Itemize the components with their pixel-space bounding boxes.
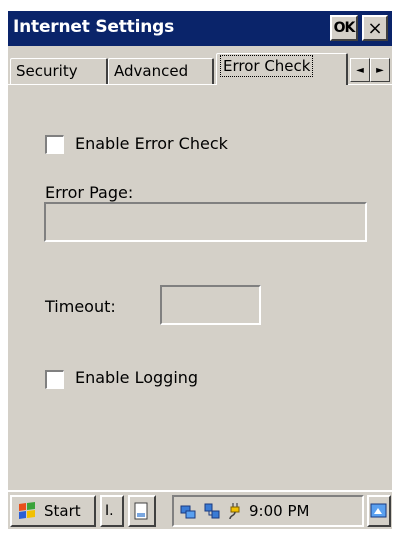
tab-scroll-left-button[interactable]: ◄: [350, 58, 370, 82]
taskbar: Start I. 9:00 PM: [8, 490, 392, 529]
error-page-field[interactable]: [44, 202, 367, 242]
tab-error-check-label: Error Check: [219, 55, 314, 77]
timeout-label: Timeout:: [45, 297, 116, 316]
enable-logging-checkbox[interactable]: [45, 370, 64, 389]
start-button[interactable]: Start: [10, 495, 96, 527]
start-label: Start: [44, 502, 81, 520]
enable-error-check-label[interactable]: Enable Error Check: [75, 134, 228, 153]
tab-security-label: Security: [16, 62, 78, 80]
title-bar: Internet Settings OK ×: [8, 11, 392, 46]
clock[interactable]: 9:00 PM: [249, 502, 309, 520]
enable-logging-label[interactable]: Enable Logging: [75, 368, 198, 387]
tab-advanced[interactable]: Advanced: [108, 58, 214, 84]
arrow-left-icon: ◄: [356, 64, 364, 76]
error-page-label: Error Page:: [45, 183, 134, 202]
arrow-right-icon: ►: [376, 64, 384, 76]
show-desktop-icon: [370, 503, 387, 518]
tab-scroll-right-button[interactable]: ►: [370, 58, 390, 82]
app-window-icon: [134, 502, 148, 520]
window-title: Internet Settings: [13, 17, 174, 37]
tab-strip: Security Advanced Error Check ◄ ►: [8, 46, 392, 85]
windows-flag-icon: [19, 502, 35, 519]
taskbar-item-internet[interactable]: I.: [100, 495, 124, 527]
tab-security[interactable]: Security: [10, 58, 108, 84]
power-plug-icon[interactable]: [226, 502, 244, 520]
taskbar-item-label: I.: [105, 503, 114, 519]
close-icon: ×: [367, 17, 383, 39]
ok-button[interactable]: OK: [330, 15, 358, 41]
system-tray: 9:00 PM: [172, 495, 364, 527]
tab-advanced-label: Advanced: [114, 62, 189, 80]
close-button[interactable]: ×: [362, 15, 388, 41]
enable-error-check-checkbox[interactable]: [45, 135, 64, 154]
tab-scroll-buttons: ◄ ►: [350, 58, 390, 82]
tab-error-check[interactable]: Error Check: [216, 53, 348, 85]
timeout-field[interactable]: [160, 285, 261, 325]
taskbar-item-app[interactable]: [128, 495, 156, 527]
internet-settings-window: Internet Settings OK × Security Advanced…: [8, 11, 392, 529]
network-icon[interactable]: [180, 502, 198, 520]
show-desktop-button[interactable]: [367, 495, 391, 527]
connection-icon[interactable]: [203, 502, 221, 520]
